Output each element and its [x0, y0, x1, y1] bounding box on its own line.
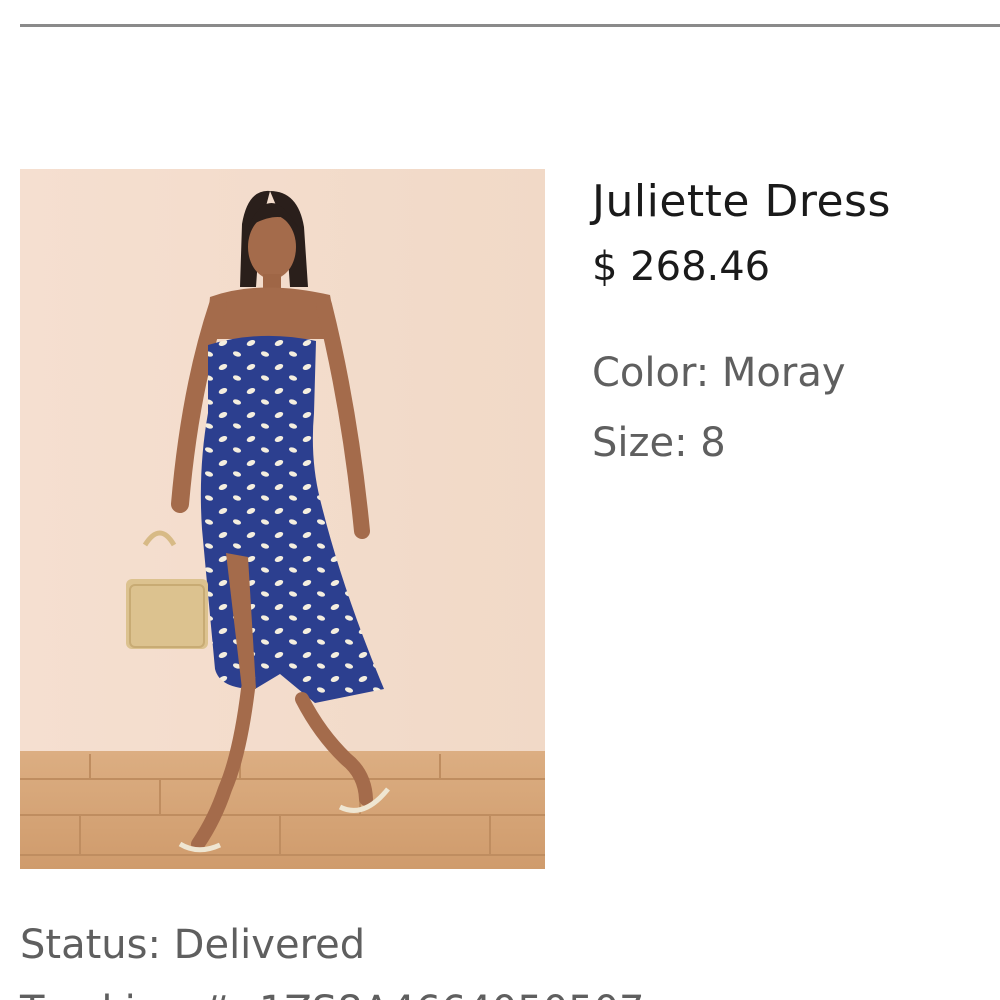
product-price: $ 268.46 [592, 244, 771, 290]
product-image[interactable] [20, 169, 545, 869]
product-size: Size: 8 [592, 420, 726, 466]
order-item-page: Juliette Dress $ 268.46 Color: Moray Siz… [0, 0, 1000, 1000]
product-name: Juliette Dress [592, 176, 891, 227]
product-color: Color: Moray [592, 350, 846, 396]
order-status: Status: Delivered [20, 922, 366, 968]
top-divider [20, 24, 1000, 27]
tracking-number[interactable]: Tracking #: 1ZS8A4664050507 [20, 988, 645, 1000]
